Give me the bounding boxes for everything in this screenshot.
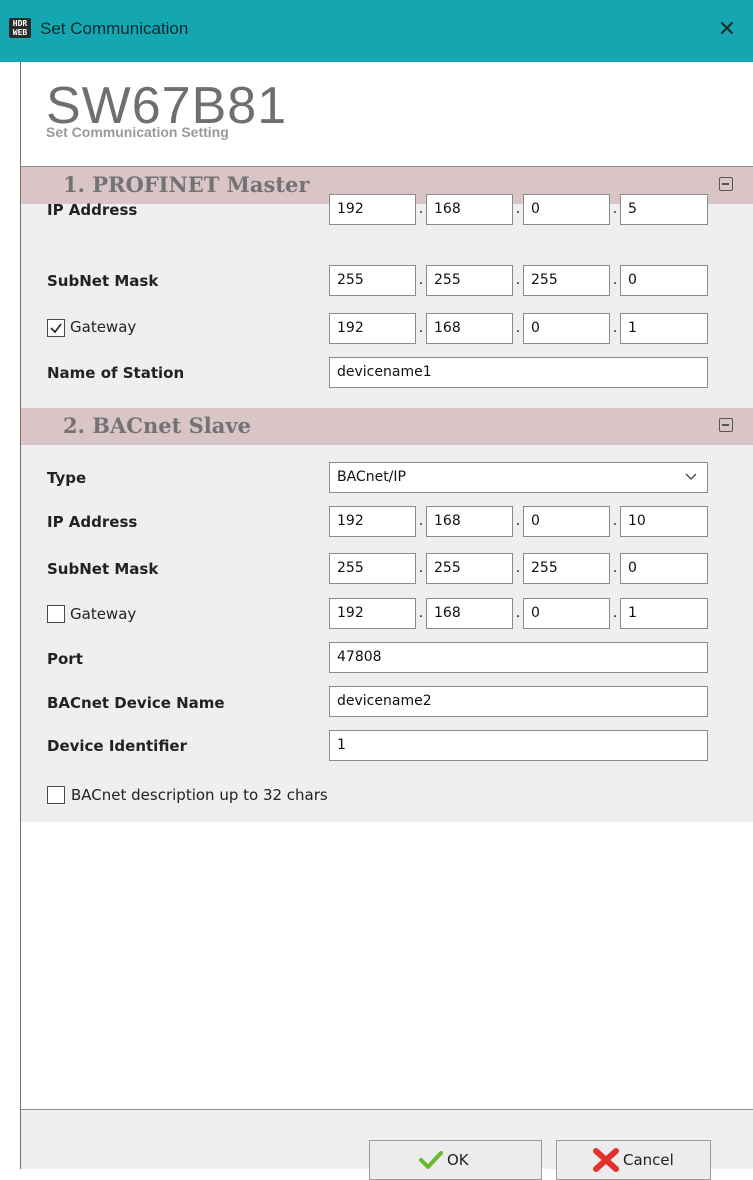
dot-separator: . [612, 605, 618, 621]
cancel-button[interactable]: Cancel [556, 1140, 711, 1180]
ok-label: OK [447, 1151, 469, 1169]
profinet-ip-octet-3[interactable]: 0 [523, 194, 610, 225]
device-name-label: BACnet Device Name [47, 694, 225, 712]
cancel-label: Cancel [623, 1151, 674, 1169]
bacnet-subnet-octet-3[interactable]: 255 [523, 553, 610, 584]
app-icon-text: HDR WEB [12, 19, 28, 37]
dot-separator: . [515, 513, 521, 529]
bacnet-description-label[interactable]: BACnet description up to 32 chars [71, 786, 328, 804]
profinet-gateway-octet-1[interactable]: 192 [329, 313, 416, 344]
profinet-gateway-checkbox[interactable] [47, 319, 65, 337]
bacnet-subnet-octet-4[interactable]: 0 [620, 553, 708, 584]
dot-separator: . [418, 201, 424, 217]
dot-separator: . [418, 560, 424, 576]
bacnet-description-checkbox[interactable] [47, 786, 65, 804]
window-titlebar: HDR WEB Set Communication ✕ [0, 0, 753, 62]
profinet-gateway-octet-4[interactable]: 1 [620, 313, 708, 344]
profinet-ip-octet-2[interactable]: 168 [426, 194, 513, 225]
dot-separator: . [418, 320, 424, 336]
bacnet-gateway-checkbox[interactable] [47, 605, 65, 623]
device-identifier-label: Device Identifier [47, 737, 188, 755]
close-icon[interactable]: ✕ [708, 10, 746, 48]
profinet-subnet-octet-3[interactable]: 255 [523, 265, 610, 296]
bacnet-ip-label: IP Address [47, 513, 138, 531]
bacnet-gateway-octet-2[interactable]: 168 [426, 598, 513, 629]
window-title: Set Communication [40, 19, 189, 38]
dot-separator: . [612, 272, 618, 288]
section-title: 1. PROFINET Master [63, 172, 310, 197]
profinet-gateway-octet-3[interactable]: 0 [523, 313, 610, 344]
dot-separator: . [612, 201, 618, 217]
collapse-minus-icon[interactable] [719, 418, 733, 432]
bacnet-ip-octet-2[interactable]: 168 [426, 506, 513, 537]
profinet-subnet-label: SubNet Mask [47, 272, 159, 290]
profinet-ip-octet-1[interactable]: 192 [329, 194, 416, 225]
checkmark-icon [50, 323, 62, 334]
dot-separator: . [418, 513, 424, 529]
dot-separator: . [515, 320, 521, 336]
profinet-ip-label: IP Address [47, 201, 138, 219]
station-name-input[interactable]: devicename1 [329, 357, 708, 388]
dot-separator: . [612, 560, 618, 576]
profinet-subnet-octet-2[interactable]: 255 [426, 265, 513, 296]
dot-separator: . [515, 560, 521, 576]
header-panel: SW67B81 [21, 62, 753, 166]
bacnet-gateway-label[interactable]: Gateway [70, 605, 136, 623]
green-check-icon [419, 1151, 443, 1169]
dot-separator: . [515, 605, 521, 621]
section-bacnet-header[interactable]: 2. BACnet Slave [21, 408, 753, 445]
dot-separator: . [515, 201, 521, 217]
bacnet-gateway-octet-3[interactable]: 0 [523, 598, 610, 629]
device-identifier-input[interactable]: 1 [329, 730, 708, 761]
bacnet-subnet-octet-1[interactable]: 255 [329, 553, 416, 584]
dot-separator: . [418, 605, 424, 621]
bacnet-gateway-octet-1[interactable]: 192 [329, 598, 416, 629]
bacnet-ip-octet-3[interactable]: 0 [523, 506, 610, 537]
dot-separator: . [612, 513, 618, 529]
profinet-ip-octet-4[interactable]: 5 [620, 194, 708, 225]
section-title: 2. BACnet Slave [63, 413, 251, 438]
bacnet-subnet-octet-2[interactable]: 255 [426, 553, 513, 584]
profinet-gateway-octet-2[interactable]: 168 [426, 313, 513, 344]
bacnet-ip-octet-4[interactable]: 10 [620, 506, 708, 537]
dot-separator: . [515, 272, 521, 288]
bacnet-type-label: Type [47, 469, 87, 487]
red-x-icon [593, 1148, 619, 1172]
profinet-subnet-octet-1[interactable]: 255 [329, 265, 416, 296]
app-icon: HDR WEB [9, 18, 31, 38]
chevron-down-icon [685, 471, 697, 484]
port-label: Port [47, 650, 83, 668]
device-name-input[interactable]: devicename2 [329, 686, 708, 717]
bacnet-type-select[interactable]: BACnet/IP [329, 462, 708, 493]
profinet-subnet-octet-4[interactable]: 0 [620, 265, 708, 296]
page-subtitle: Set Communication Setting [46, 124, 229, 140]
collapse-minus-icon[interactable] [719, 177, 733, 191]
bacnet-ip-octet-1[interactable]: 192 [329, 506, 416, 537]
bacnet-gateway-octet-4[interactable]: 1 [620, 598, 708, 629]
ok-button[interactable]: OK [369, 1140, 542, 1180]
profinet-gateway-label[interactable]: Gateway [70, 318, 136, 336]
dot-separator: . [418, 272, 424, 288]
port-input[interactable]: 47808 [329, 642, 708, 673]
bacnet-subnet-label: SubNet Mask [47, 560, 159, 578]
dot-separator: . [612, 320, 618, 336]
station-name-label: Name of Station [47, 364, 185, 382]
bacnet-type-value: BACnet/IP [337, 469, 406, 485]
